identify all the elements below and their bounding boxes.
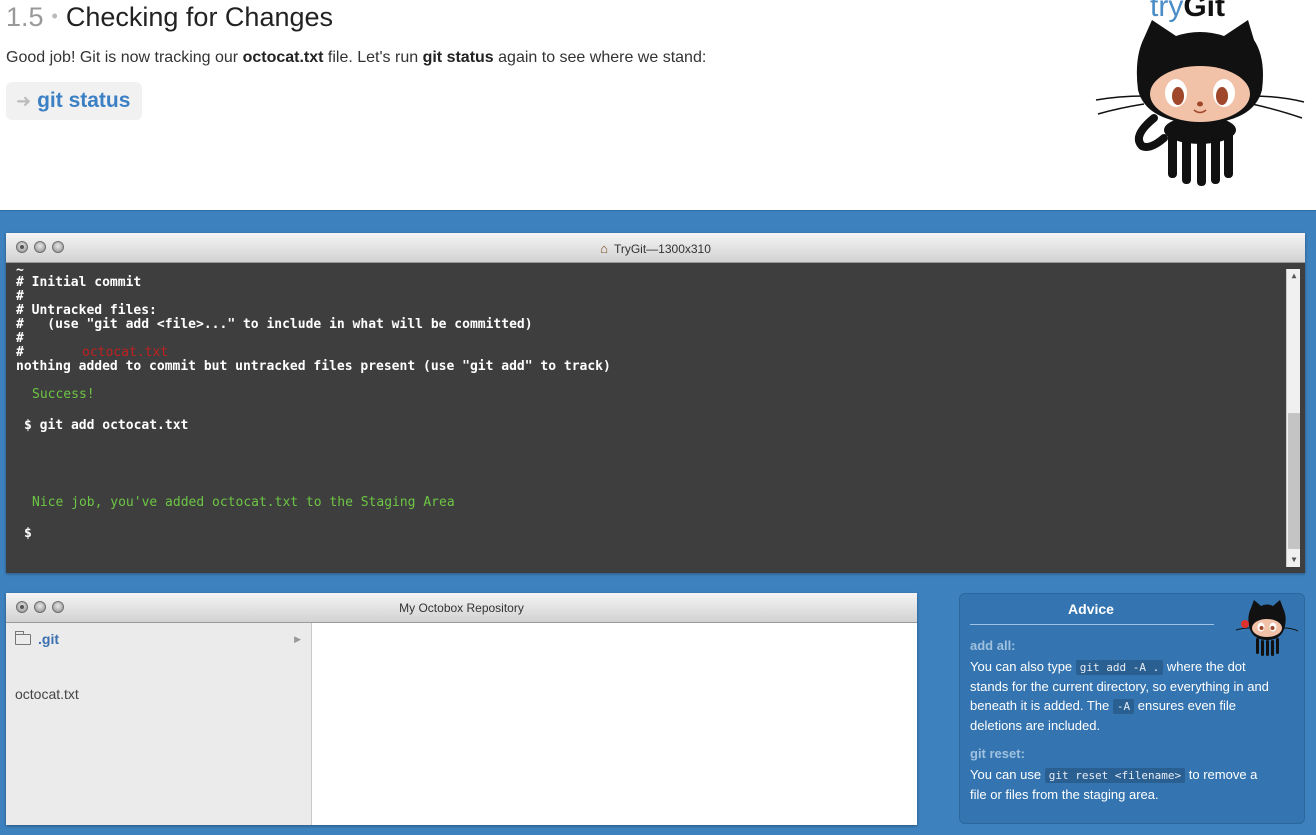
home-icon: ⌂ [600, 241, 608, 256]
advice-paragraph: You can use git reset <filename> to remo… [970, 765, 1270, 804]
title-separator: • [51, 6, 58, 26]
file-item-octocat[interactable]: octocat.txt [15, 686, 79, 702]
advice-title: Advice [1068, 601, 1114, 617]
terminal-line: nothing added to commit but untracked fi… [16, 359, 611, 374]
repository-window: My Octobox Repository .git ▶ octocat.txt [6, 593, 917, 825]
nice-job-message: Nice job, you've added octocat.txt to th… [32, 495, 455, 510]
chevron-right-icon: ▶ [294, 633, 301, 644]
terminal-line: # [16, 289, 24, 304]
command-hint-button[interactable]: ➜ git status [6, 82, 143, 120]
lesson-number: 1.5 [6, 2, 44, 32]
repository-preview-pane [312, 623, 917, 825]
lesson-title: 1.5 • Checking for Changes [6, 2, 333, 33]
advice-code: git add -A . [1075, 660, 1164, 675]
desc-text: file. Let's run [323, 49, 423, 66]
terminal-line: # Initial commit [16, 275, 142, 290]
scrollbar-thumb[interactable] [1288, 413, 1300, 549]
terminal-title: ⌂ TryGit—1300x310 [6, 241, 1305, 256]
terminal-line: # Untracked files: [16, 303, 157, 318]
terminal-line: # (use "git add <file>..." to include in… [16, 317, 533, 332]
folder-item-git[interactable]: .git ▶ [14, 630, 301, 648]
untracked-filename: octocat.txt [82, 345, 169, 360]
folder-icon [14, 630, 31, 645]
advice-code: git reset <filename> [1044, 768, 1186, 783]
lesson-header: 1.5 • Checking for Changes Good job! Git i… [0, 0, 1316, 210]
desc-filename: octocat.txt [242, 49, 324, 66]
advice-heading-git-reset: git reset: [970, 746, 1025, 761]
desc-text: again to see where we stand: [493, 49, 707, 66]
terminal-scrollbar[interactable]: ▲ ▼ [1286, 269, 1300, 567]
repository-titlebar[interactable]: My Octobox Repository [6, 593, 917, 623]
scroll-down-icon[interactable]: ▼ [1287, 553, 1301, 567]
octocat-mini-icon [1236, 600, 1298, 656]
lesson-description: Good job! Git is now tracking our octoca… [6, 49, 706, 67]
terminal-line: # [16, 345, 24, 360]
terminal-titlebar[interactable]: ⌂ TryGit—1300x310 [6, 233, 1305, 263]
desc-text: Good job! Git is now tracking our [6, 49, 243, 66]
repository-title: My Octobox Repository [399, 601, 524, 615]
terminal-line: # [16, 331, 24, 346]
scroll-up-icon[interactable]: ▲ [1287, 269, 1301, 283]
lesson-title-text: Checking for Changes [65, 2, 334, 32]
folder-name: .git [38, 631, 59, 647]
advice-divider [970, 624, 1214, 625]
advice-text: You can use [970, 767, 1045, 782]
terminal-window: ⌂ TryGit—1300x310 ~ # Initial commit # # … [6, 233, 1305, 573]
advice-paragraph: You can also type git add -A . where the… [970, 657, 1270, 735]
repository-file-list: .git ▶ octocat.txt [6, 623, 312, 825]
command-hint-text: git status [37, 89, 131, 112]
advice-code: -A [1112, 699, 1135, 714]
terminal-prompt[interactable]: $ [24, 527, 32, 541]
advice-heading-add-all: add all: [970, 638, 1016, 653]
success-message: Success! [32, 387, 95, 402]
terminal-output[interactable]: ~ # Initial commit # # Untracked files: … [6, 263, 1305, 573]
advice-panel: Advice add all: You can also type git ad… [959, 593, 1305, 824]
desc-command: git status [422, 49, 494, 66]
octocat-logo [1095, 20, 1305, 186]
advice-text: You can also type [970, 659, 1076, 674]
terminal-title-text: TryGit—1300x310 [613, 242, 711, 256]
command-line: $ git add octocat.txt [24, 418, 189, 433]
arrow-icon: ➜ [16, 90, 32, 111]
